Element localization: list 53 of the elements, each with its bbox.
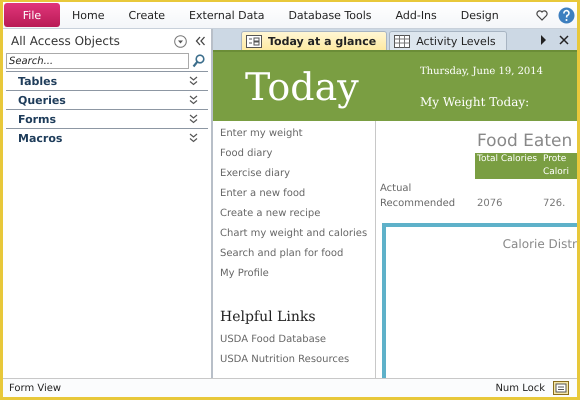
ribbon-tab[interactable]: Add-Ins xyxy=(386,8,447,22)
nav-group-header[interactable]: Forms xyxy=(6,109,208,128)
search-field[interactable]: Search... xyxy=(6,53,189,69)
form-link[interactable]: Create a new recipe xyxy=(220,207,375,227)
column-header: Prote Calori xyxy=(541,153,577,179)
ribbon-tab[interactable]: External Data xyxy=(179,8,274,22)
form-link[interactable]: Exercise diary xyxy=(220,167,375,187)
ribbon-tab[interactable]: Design xyxy=(450,8,509,22)
search-icon[interactable] xyxy=(192,54,205,68)
document-tab[interactable]: Activity Levels xyxy=(389,31,507,50)
nav-group-header[interactable]: Queries xyxy=(6,90,208,109)
form-link[interactable]: Enter my weight xyxy=(220,127,375,147)
close-icon[interactable] xyxy=(559,34,569,44)
row-label: Actual xyxy=(380,183,412,194)
form-link[interactable]: Chart my weight and calories xyxy=(220,227,375,247)
form-view-icon[interactable] xyxy=(553,381,569,395)
form-title: Today xyxy=(245,64,360,108)
weight-label: My Weight Today: xyxy=(420,95,530,109)
helpful-link[interactable]: USDA Food Database xyxy=(220,333,375,353)
form-link[interactable]: My Profile xyxy=(220,267,375,287)
nav-group-header[interactable]: Tables xyxy=(6,71,208,90)
expand-icon xyxy=(189,76,198,86)
expand-icon xyxy=(189,133,198,143)
row-label: Recommended xyxy=(380,198,456,209)
date-text: Thursday, June 19, 2014 xyxy=(420,66,544,77)
help-icon[interactable] xyxy=(558,6,575,24)
heart-icon[interactable] xyxy=(536,10,548,20)
form-link[interactable]: Search and plan for food xyxy=(220,247,375,267)
section-heading: Food Eaten xyxy=(477,131,574,151)
table-cell-text: 2076 xyxy=(476,198,504,209)
dropdown-icon[interactable] xyxy=(174,34,187,48)
collapse-icon[interactable] xyxy=(195,36,206,46)
nav-pane-title: All Access Objects xyxy=(11,34,121,48)
helpful-link[interactable]: USDA Nutrition Resources xyxy=(220,353,375,373)
section-heading: Helpful Links xyxy=(220,309,317,327)
status-text: Num Lock xyxy=(495,382,545,394)
column-header: Total Calories xyxy=(475,153,541,179)
file-tab[interactable]: File xyxy=(4,3,60,27)
table-cell-text: 726. xyxy=(542,198,566,209)
nav-group-header[interactable]: Macros xyxy=(6,128,208,147)
form-link[interactable]: Enter a new food xyxy=(220,187,375,207)
expand-icon xyxy=(189,114,198,124)
ribbon-tab[interactable]: Create xyxy=(118,8,176,22)
chart-title: Calorie Distr xyxy=(502,237,577,253)
scroll-right-icon[interactable] xyxy=(540,34,547,44)
status-text: Form View xyxy=(9,382,62,394)
expand-icon xyxy=(189,95,198,105)
document-tab[interactable]: Today at a glance xyxy=(241,31,388,50)
form-icon xyxy=(246,34,262,48)
form-link[interactable]: Food diary xyxy=(220,147,375,167)
ribbon-tab[interactable]: Home xyxy=(62,8,114,22)
table-icon xyxy=(394,34,410,48)
ribbon-tab[interactable]: Database Tools xyxy=(278,8,382,22)
